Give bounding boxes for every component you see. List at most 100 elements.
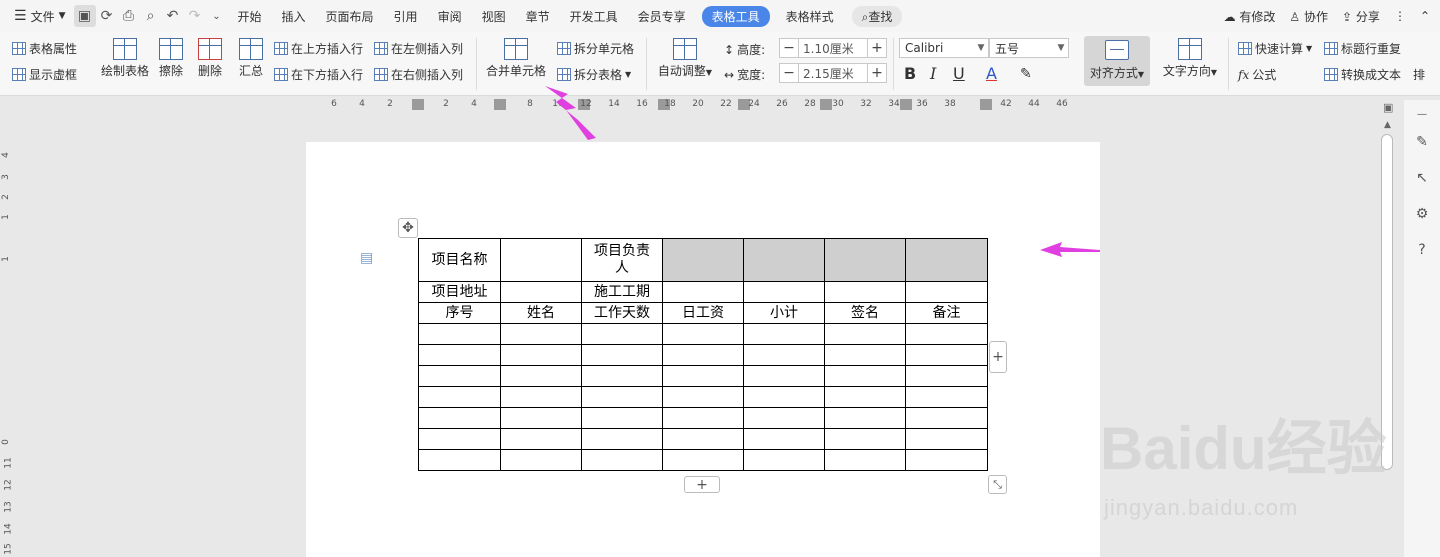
table-cell[interactable] (581, 323, 663, 345)
table-cell[interactable] (662, 323, 744, 345)
text-direction-button[interactable]: 文字方向▼ (1158, 38, 1222, 79)
ruler-marker[interactable] (980, 99, 992, 110)
table-cell[interactable] (743, 344, 825, 366)
table-cell[interactable] (905, 323, 988, 345)
format-painter-icon[interactable]: ⟳ (96, 5, 118, 27)
draw-table-button[interactable]: 绘制表格 (99, 38, 151, 79)
table-cell[interactable] (824, 407, 906, 429)
table-cell[interactable] (662, 281, 744, 303)
table-cell[interactable] (905, 281, 988, 303)
table-cell[interactable] (418, 407, 501, 429)
table-cell[interactable] (418, 365, 501, 387)
table-cell[interactable] (581, 365, 663, 387)
insert-right-button[interactable]: 在右侧插入列 (374, 66, 463, 83)
table-cell[interactable] (743, 238, 825, 282)
table-cell[interactable] (743, 323, 825, 345)
table-cell[interactable]: 备注 (905, 302, 988, 324)
font-name-select[interactable]: Calibri ▼ (899, 38, 989, 58)
height-spinner[interactable]: − 1.10厘米 + (779, 38, 887, 58)
table-cell[interactable] (824, 281, 906, 303)
table-cell[interactable] (824, 238, 906, 282)
summary-button[interactable]: 汇总 (236, 38, 266, 79)
table-cell[interactable] (500, 407, 582, 429)
add-row-icon[interactable]: + (684, 476, 720, 493)
insert-below-button[interactable]: 在下方插入行 (274, 66, 363, 83)
table-cell[interactable] (418, 344, 501, 366)
table-cell[interactable] (905, 407, 988, 429)
table-cell[interactable] (743, 428, 825, 450)
select-icon[interactable]: ↖ (1412, 168, 1432, 188)
tab-insert[interactable]: 插入 (272, 8, 316, 25)
data-table[interactable]: 项目名称 项目负责人 项目地址 施工工期 序号 姓名 工作天数 日工资 小计 签… (418, 238, 988, 471)
table-cell[interactable]: 施工工期 (581, 281, 663, 303)
undo-icon[interactable]: ↶ (162, 5, 184, 27)
table-cell[interactable] (500, 323, 582, 345)
table-cell[interactable] (743, 407, 825, 429)
table-cell[interactable] (500, 344, 582, 366)
table-cell[interactable] (662, 449, 744, 471)
table-cell[interactable] (581, 344, 663, 366)
tab-table-style[interactable]: 表格样式 (776, 8, 844, 25)
width-spinner[interactable]: − 2.15厘米 + (779, 63, 887, 83)
minus-icon[interactable]: − (779, 63, 799, 83)
delete-button[interactable]: 删除 (192, 38, 228, 79)
save-icon[interactable]: ▣ (73, 5, 96, 27)
customize-icon[interactable]: ⌄ (206, 5, 228, 27)
tab-view[interactable]: 视图 (472, 8, 516, 25)
table-cell[interactable] (743, 365, 825, 387)
table-cell[interactable]: 工作天数 (581, 302, 663, 324)
table-cell[interactable] (418, 386, 501, 408)
formula-button[interactable]: fx 公式 (1238, 66, 1276, 83)
table-cell[interactable] (500, 281, 582, 303)
table-cell[interactable] (500, 449, 582, 471)
table-cell[interactable] (418, 323, 501, 345)
insert-left-button[interactable]: 在左侧插入列 (374, 40, 463, 57)
table-cell[interactable] (824, 449, 906, 471)
table-cell[interactable]: 项目名称 (418, 238, 501, 282)
scroll-up-icon[interactable]: ▲ (1384, 120, 1391, 130)
table-cell[interactable]: 签名 (824, 302, 906, 324)
table-cell[interactable] (905, 344, 988, 366)
tab-references[interactable]: 引用 (384, 8, 428, 25)
move-table-icon[interactable]: ✥ (398, 218, 418, 238)
collapse-line-icon[interactable]: — (1412, 104, 1432, 124)
table-cell[interactable] (581, 386, 663, 408)
table-cell[interactable] (662, 428, 744, 450)
redo-icon[interactable]: ↷ (184, 5, 206, 27)
quick-calc-button[interactable]: 快速计算 ▼ (1238, 40, 1312, 57)
file-menu[interactable]: ☰ 文件 ▼ (0, 8, 74, 25)
tab-chapter[interactable]: 章节 (516, 8, 560, 25)
table-cell[interactable]: 姓名 (500, 302, 582, 324)
tab-member[interactable]: 会员专享 (628, 8, 696, 25)
highlight-icon[interactable]: ✎ (1020, 66, 1032, 82)
table-cell[interactable] (905, 428, 988, 450)
table-cell[interactable] (824, 323, 906, 345)
print-icon[interactable]: ⎙ (118, 5, 140, 27)
table-cell[interactable] (743, 386, 825, 408)
collapse-icon[interactable]: ⌃ (1420, 9, 1430, 23)
ruler-marker[interactable] (820, 99, 832, 110)
table-cell[interactable]: 项目地址 (418, 281, 501, 303)
tab-page-layout[interactable]: 页面布局 (316, 8, 384, 25)
italic-icon[interactable]: I (930, 64, 936, 83)
table-cell[interactable] (662, 365, 744, 387)
table-cell[interactable] (662, 344, 744, 366)
width-input[interactable]: 2.15厘米 (799, 63, 867, 83)
align-button[interactable]: 对齐方式▼ (1084, 36, 1150, 86)
table-cell[interactable] (662, 407, 744, 429)
plus-icon[interactable]: + (867, 63, 887, 83)
table-cell[interactable]: 序号 (418, 302, 501, 324)
table-cell[interactable] (581, 428, 663, 450)
help-icon[interactable]: ? (1412, 240, 1432, 260)
add-column-icon[interactable]: + (989, 341, 1007, 373)
erase-button[interactable]: 擦除 (156, 38, 186, 79)
table-cell[interactable] (500, 386, 582, 408)
table-cell[interactable] (500, 238, 582, 282)
auto-adjust-button[interactable]: 自动调整▼ (654, 38, 716, 79)
convert-text-button[interactable]: 转换成文本 (1324, 66, 1401, 83)
share-button[interactable]: ⇪ 分享 (1342, 8, 1380, 25)
table-cell[interactable]: 小计 (743, 302, 825, 324)
table-cell[interactable] (418, 449, 501, 471)
settings-sliders-icon[interactable]: ⚙ (1412, 204, 1432, 224)
split-cells-button[interactable]: 拆分单元格 (557, 40, 634, 57)
